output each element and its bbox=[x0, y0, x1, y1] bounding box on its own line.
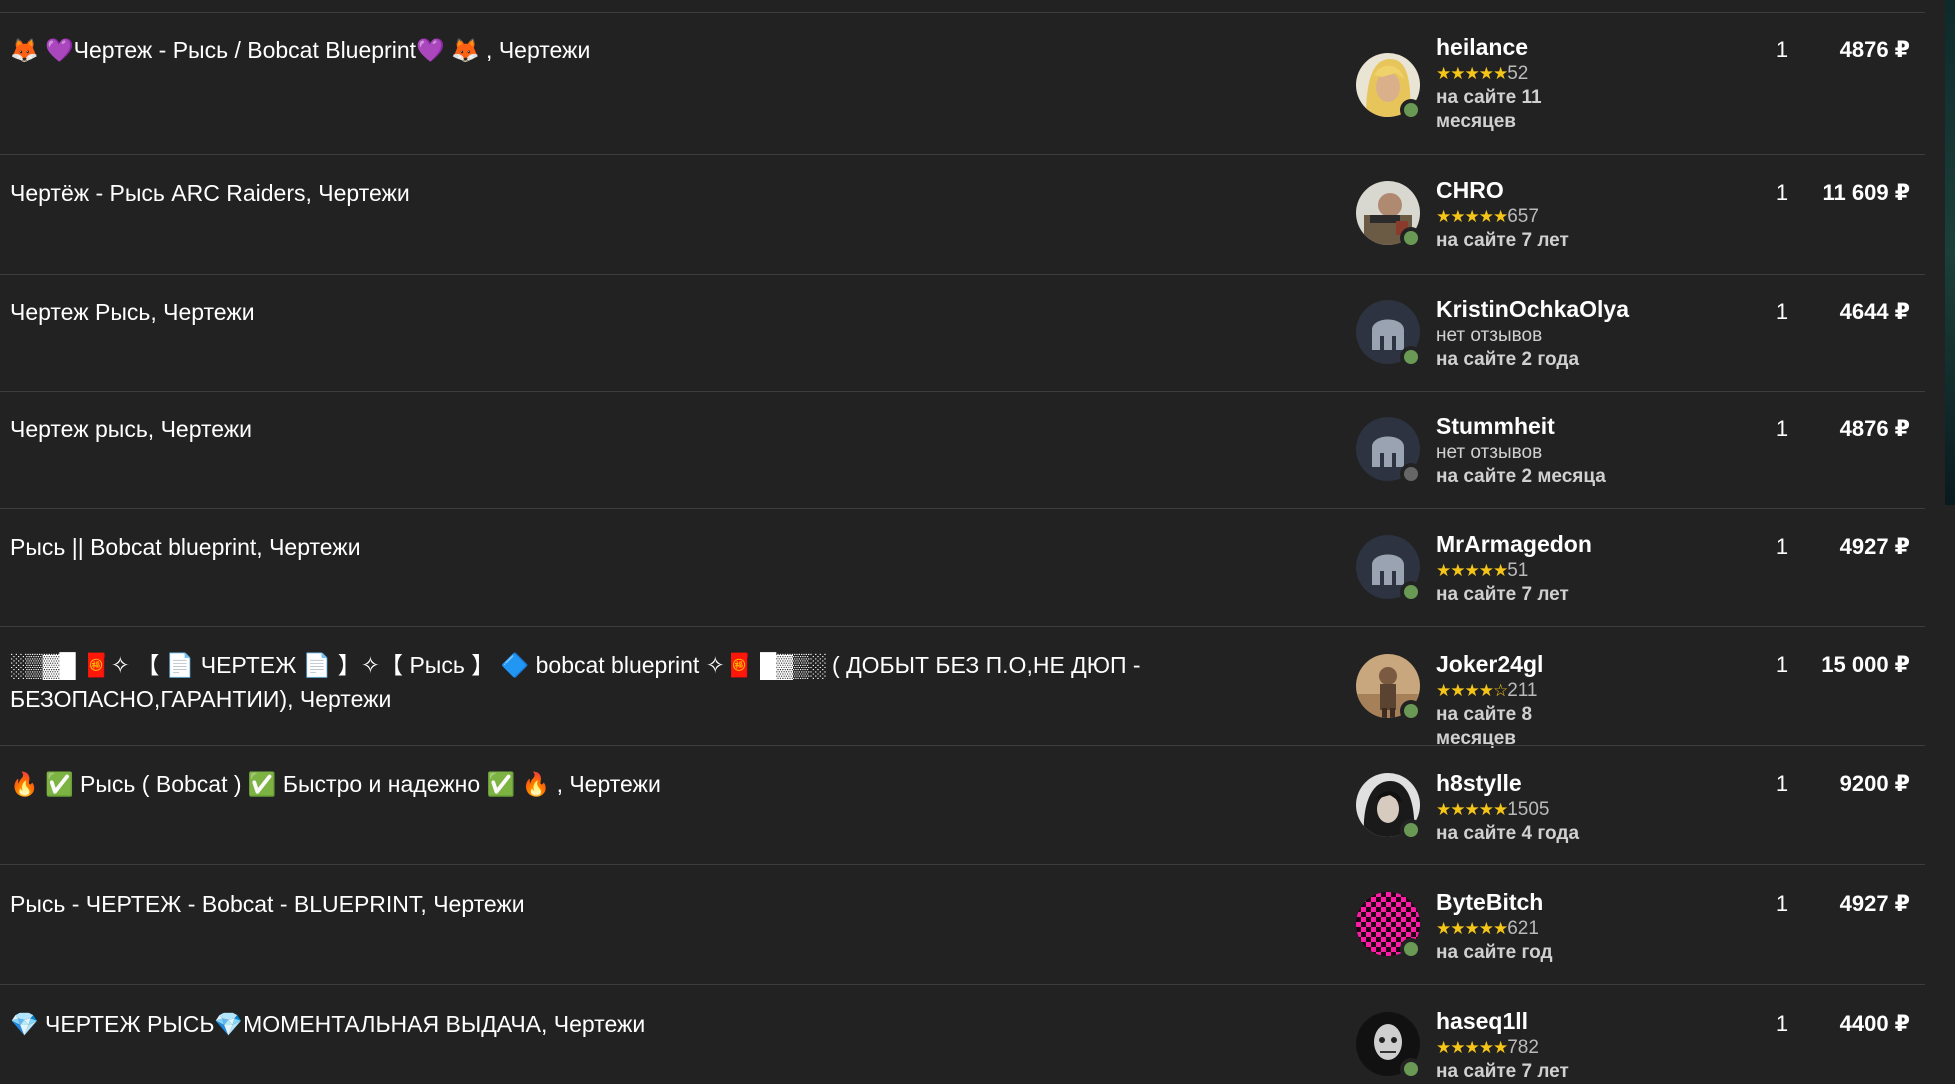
offer-quantity: 1 bbox=[1775, 37, 1789, 62]
seller-rating: ★★★★★782 bbox=[1436, 1036, 1539, 1060]
seller-name[interactable]: ByteBitch bbox=[1436, 888, 1543, 916]
seller-avatar[interactable] bbox=[1356, 1012, 1422, 1080]
rating-count: 52 bbox=[1507, 63, 1529, 84]
seller-avatar[interactable] bbox=[1356, 417, 1422, 485]
offer-title[interactable]: 🦊 💜Чертеж - Рысь / Bobcat Blueprint💜 🦊 ,… bbox=[10, 33, 1300, 67]
seller-name[interactable]: Joker24gl bbox=[1436, 650, 1543, 678]
offer-quantity: 1 bbox=[1775, 416, 1789, 441]
seller-avatar[interactable] bbox=[1356, 181, 1422, 249]
seller-rating: ★★★★★51 bbox=[1436, 559, 1528, 583]
offer-title[interactable]: Чертёж - Рысь ARC Raiders, Чертежи bbox=[10, 176, 1300, 210]
seller-name[interactable]: CHRO bbox=[1436, 176, 1504, 204]
seller-avatar[interactable] bbox=[1356, 892, 1422, 960]
online-status-icon bbox=[1400, 581, 1422, 603]
row-separator bbox=[0, 508, 1925, 509]
rating-stars-icon: ★★★★★ bbox=[1436, 800, 1508, 819]
seller-since: на сайте 4 года bbox=[1436, 823, 1580, 844]
online-status-icon bbox=[1400, 1058, 1422, 1080]
seller-name[interactable]: haseq1ll bbox=[1436, 1007, 1528, 1035]
seller-name[interactable]: heilance bbox=[1436, 33, 1528, 61]
seller-since: на сайте 2 месяца bbox=[1436, 466, 1606, 487]
rating-stars-icon: ★★★★★ bbox=[1436, 64, 1508, 83]
page-edge-strip bbox=[1945, 0, 1955, 505]
rating-count: 51 bbox=[1507, 560, 1529, 581]
seller-rating: ★★★★☆211 bbox=[1436, 679, 1538, 703]
offer-quantity: 1 bbox=[1775, 1011, 1789, 1036]
seller-avatar[interactable] bbox=[1356, 773, 1422, 841]
offer-quantity: 1 bbox=[1775, 652, 1789, 677]
seller-name[interactable]: MrArmagedon bbox=[1436, 530, 1592, 558]
online-status-icon bbox=[1400, 99, 1422, 121]
seller-avatar[interactable] bbox=[1356, 53, 1422, 121]
offer-quantity: 1 bbox=[1775, 180, 1789, 205]
rating-count: 621 bbox=[1507, 918, 1539, 939]
seller-name[interactable]: h8stylle bbox=[1436, 769, 1522, 797]
seller-avatar[interactable] bbox=[1356, 535, 1422, 603]
online-status-icon bbox=[1400, 346, 1422, 368]
seller-no-reviews: нет отзывов bbox=[1436, 442, 1543, 463]
seller-since: на сайте 11 месяцев bbox=[1436, 87, 1542, 132]
online-status-icon bbox=[1400, 700, 1422, 722]
seller-since: на сайте 8 месяцев bbox=[1436, 704, 1533, 749]
row-separator bbox=[0, 391, 1925, 392]
offer-title[interactable]: 💎 ЧЕРТЕЖ РЫСЬ💎МОМЕНТАЛЬНАЯ ВЫДАЧА, Черте… bbox=[10, 1007, 1300, 1041]
offer-price: 4876 ₽ bbox=[1839, 416, 1910, 441]
offer-title[interactable]: Рысь || Bobcat blueprint, Чертежи bbox=[10, 530, 1300, 564]
row-separator bbox=[0, 12, 1925, 13]
online-status-icon bbox=[1400, 227, 1422, 249]
offer-title[interactable]: Рысь - ЧЕРТЕЖ - Bobcat - BLUEPRINT, Черт… bbox=[10, 887, 1300, 921]
rating-stars-icon: ★★★★☆ bbox=[1436, 681, 1508, 700]
offer-price: 4927 ₽ bbox=[1839, 891, 1910, 916]
offer-price: 4927 ₽ bbox=[1839, 534, 1910, 559]
offer-price: 4876 ₽ bbox=[1839, 37, 1910, 62]
offer-quantity: 1 bbox=[1775, 771, 1789, 796]
rating-count: 782 bbox=[1507, 1037, 1539, 1058]
rating-count: 657 bbox=[1507, 206, 1539, 227]
seller-name[interactable]: Stummheit bbox=[1436, 412, 1555, 440]
offer-price: 15 000 ₽ bbox=[1821, 652, 1910, 677]
row-separator bbox=[0, 626, 1925, 627]
rating-count: 211 bbox=[1507, 680, 1538, 701]
row-separator bbox=[0, 745, 1925, 746]
row-separator bbox=[0, 864, 1925, 865]
seller-rating: ★★★★★621 bbox=[1436, 917, 1539, 941]
seller-since: на сайте 2 года bbox=[1436, 349, 1580, 370]
offer-title[interactable]: ░▒▓█ 🧧✧ 【 📄 ЧЕРТЕЖ 📄 】✧【 Рысь 】 🔷 bobcat… bbox=[10, 648, 1300, 716]
offer-price: 4400 ₽ bbox=[1839, 1011, 1910, 1036]
rating-count: 1505 bbox=[1507, 799, 1550, 820]
row-separator bbox=[0, 274, 1925, 275]
seller-avatar[interactable] bbox=[1356, 300, 1422, 368]
offer-quantity: 1 bbox=[1775, 891, 1789, 916]
rating-stars-icon: ★★★★★ bbox=[1436, 561, 1508, 580]
row-separator bbox=[0, 154, 1925, 155]
seller-since: на сайте 7 лет bbox=[1436, 230, 1569, 251]
rating-stars-icon: ★★★★★ bbox=[1436, 1038, 1508, 1057]
offer-title[interactable]: Чертеж рысь, Чертежи bbox=[10, 412, 1300, 446]
offer-price: 4644 ₽ bbox=[1839, 299, 1910, 324]
seller-avatar[interactable] bbox=[1356, 654, 1422, 722]
seller-rating: ★★★★★1505 bbox=[1436, 798, 1549, 822]
rating-stars-icon: ★★★★★ bbox=[1436, 207, 1508, 226]
seller-since: на сайте год bbox=[1436, 942, 1553, 963]
offer-title[interactable]: 🔥 ✅ Рысь ( Bobcat ) ✅ Быстро и надежно ✅… bbox=[10, 767, 1300, 801]
online-status-icon bbox=[1400, 819, 1422, 841]
offer-quantity: 1 bbox=[1775, 534, 1789, 559]
seller-no-reviews: нет отзывов bbox=[1436, 325, 1543, 346]
offline-status-icon bbox=[1400, 463, 1422, 485]
online-status-icon bbox=[1400, 938, 1422, 960]
seller-name[interactable]: KristinOchkaOlya bbox=[1436, 295, 1629, 323]
offer-price: 9200 ₽ bbox=[1839, 771, 1910, 796]
seller-rating: ★★★★★657 bbox=[1436, 205, 1539, 229]
rating-stars-icon: ★★★★★ bbox=[1436, 919, 1508, 938]
seller-rating: ★★★★★52 bbox=[1436, 62, 1528, 86]
seller-since: на сайте 7 лет bbox=[1436, 584, 1569, 605]
row-separator bbox=[0, 984, 1925, 985]
offer-title[interactable]: Чертеж Рысь, Чертежи bbox=[10, 295, 1300, 329]
offer-quantity: 1 bbox=[1775, 299, 1789, 324]
seller-since: на сайте 7 лет bbox=[1436, 1061, 1569, 1082]
offer-price: 11 609 ₽ bbox=[1822, 180, 1911, 205]
